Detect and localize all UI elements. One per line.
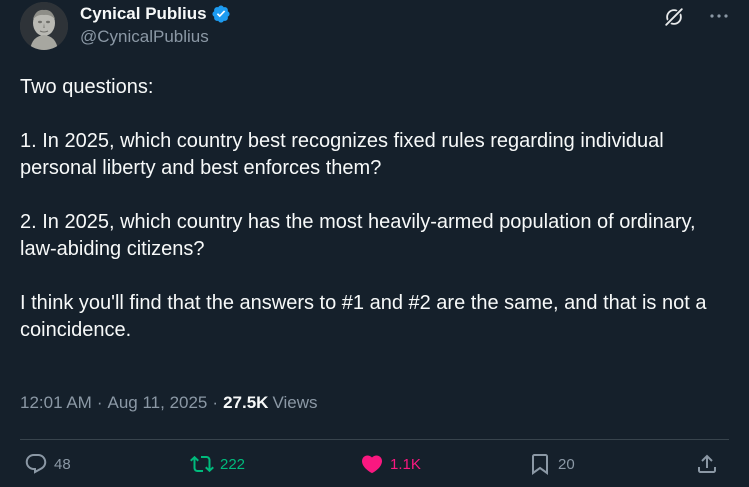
retweet-count: 222 [220,455,246,473]
bookmark-icon [532,454,548,475]
divider [20,439,729,440]
grok-icon[interactable] [663,6,685,28]
avatar[interactable] [20,2,68,50]
display-name-row[interactable]: Cynical Publius [80,4,231,24]
tweet: Cynical Publius @CynicalPublius Two ques… [0,0,749,487]
reply-icon [25,454,47,474]
meta-separator: · [96,393,103,412]
display-name[interactable]: Cynical Publius [80,4,207,24]
author-names: Cynical Publius @CynicalPublius [80,4,231,47]
like-button[interactable]: 1.1K [360,452,421,476]
like-icon [361,455,383,474]
action-bar: 48 222 1.1K 20 [20,452,729,484]
bookmark-count: 20 [558,455,575,473]
tweet-date[interactable]: Aug 11, 2025 [108,393,208,413]
reply-button[interactable]: 48 [24,452,71,476]
retweet-button[interactable]: 222 [190,452,245,476]
more-icon[interactable] [707,4,731,28]
reply-count: 48 [54,455,71,473]
like-count: 1.1K [390,455,421,473]
handle[interactable]: @CynicalPublius [80,27,231,47]
tweet-time[interactable]: 12:01 AM [20,393,92,413]
tweet-text: Two questions: 1. In 2025, which country… [20,76,707,341]
tweet-meta: 12:01 AM · Aug 11, 2025 · 27.5K Views [20,393,317,413]
verified-badge-icon[interactable] [211,4,231,24]
share-icon [698,454,716,473]
meta-separator: · [212,393,219,412]
retweet-icon [190,455,214,473]
tweet-header: Cynical Publius @CynicalPublius [20,0,731,60]
share-button[interactable] [695,452,719,476]
views-count[interactable]: 27.5K [223,393,268,413]
bookmark-button[interactable]: 20 [528,452,575,476]
avatar-bust-image [20,2,68,50]
views-label[interactable]: Views [272,393,317,413]
